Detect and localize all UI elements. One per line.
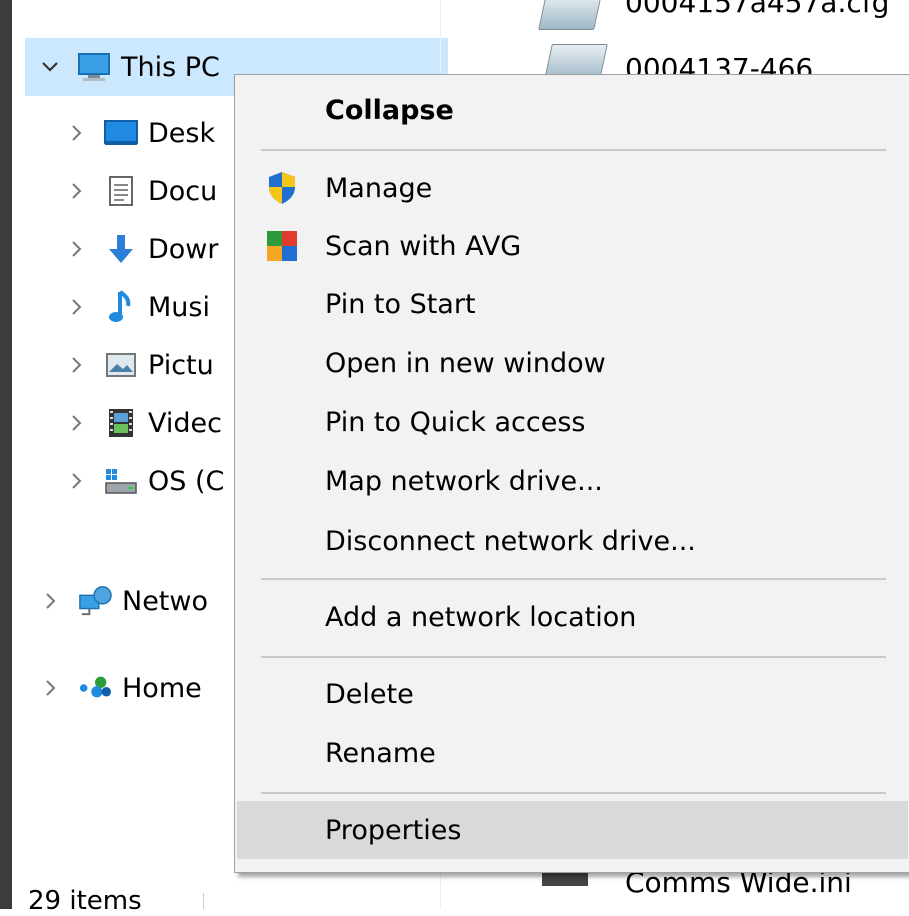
status-item-count: 29 items: [28, 886, 142, 916]
desktop-icon: [104, 116, 138, 150]
chevron-right-icon[interactable]: [62, 408, 92, 438]
chevron-right-icon[interactable]: [62, 176, 92, 206]
nav-item-documents[interactable]: Docu: [62, 162, 217, 220]
documents-icon: [104, 174, 138, 208]
nav-item-label: Netwo: [122, 585, 208, 617]
context-menu: Collapse Manage Scan with AVG Pin to Sta…: [234, 74, 909, 873]
nav-item-label: Musi: [148, 291, 210, 323]
chevron-right-icon[interactable]: [62, 118, 92, 148]
menu-item-pin-to-start[interactable]: Pin to Start: [237, 275, 908, 333]
nav-item-network[interactable]: Netwo: [36, 572, 208, 630]
menu-separator: [261, 792, 886, 794]
menu-item-rename[interactable]: Rename: [237, 724, 908, 782]
file-name[interactable]: 0004157a457a.cfg: [625, 0, 895, 19]
videos-icon: [104, 406, 138, 440]
nav-item-homegroup[interactable]: Home: [36, 659, 202, 717]
menu-separator: [261, 578, 886, 580]
chevron-right-icon[interactable]: [62, 292, 92, 322]
menu-separator: [261, 656, 886, 658]
chevron-right-icon[interactable]: [62, 350, 92, 380]
nav-item-label: Desk: [148, 117, 216, 149]
nav-item-label: Dowr: [148, 233, 219, 265]
menu-separator: [261, 149, 886, 151]
chevron-right-icon[interactable]: [36, 586, 66, 616]
window-left-edge: [0, 0, 12, 909]
menu-item-disconnect-network-drive[interactable]: Disconnect network drive...: [237, 512, 908, 570]
avg-icon: [263, 227, 301, 265]
pictures-icon: [104, 348, 138, 382]
computer-icon: [77, 50, 111, 84]
nav-item-label: Pictu: [148, 349, 214, 381]
downloads-icon: [104, 232, 138, 266]
uac-shield-icon: [263, 169, 301, 207]
music-icon: [104, 290, 138, 324]
drive-icon: [104, 464, 138, 498]
menu-item-delete[interactable]: Delete: [237, 665, 908, 723]
chevron-right-icon[interactable]: [36, 673, 66, 703]
nav-item-videos[interactable]: Videc: [62, 394, 222, 452]
file-icon: [542, 872, 588, 886]
menu-item-collapse[interactable]: Collapse: [237, 81, 908, 139]
homegroup-icon: [78, 671, 112, 705]
file-icon: [538, 0, 602, 30]
nav-item-os-drive[interactable]: OS (C: [62, 452, 224, 510]
menu-item-properties[interactable]: Properties: [237, 801, 908, 859]
menu-item-pin-quick-access[interactable]: Pin to Quick access: [237, 393, 908, 451]
status-divider: [203, 893, 204, 909]
menu-item-scan-avg[interactable]: Scan with AVG: [237, 217, 908, 275]
nav-item-label: Videc: [148, 407, 222, 439]
nav-item-desktop[interactable]: Desk: [62, 104, 215, 162]
chevron-right-icon[interactable]: [62, 234, 92, 264]
nav-item-downloads[interactable]: Dowr: [62, 220, 219, 278]
nav-item-music[interactable]: Musi: [62, 278, 210, 336]
menu-item-open-new-window[interactable]: Open in new window: [237, 334, 908, 392]
nav-item-label: Home: [122, 672, 202, 704]
network-icon: [78, 584, 112, 618]
nav-item-pictures[interactable]: Pictu: [62, 336, 214, 394]
menu-item-manage[interactable]: Manage: [237, 159, 908, 217]
chevron-down-icon[interactable]: [35, 52, 65, 82]
nav-item-label: Docu: [148, 175, 218, 207]
nav-item-label: OS (C: [148, 465, 225, 497]
chevron-right-icon[interactable]: [62, 466, 92, 496]
nav-item-label: This PC: [121, 51, 220, 83]
menu-item-map-network-drive[interactable]: Map network drive...: [237, 452, 908, 510]
menu-item-add-network-location[interactable]: Add a network location: [237, 588, 908, 646]
